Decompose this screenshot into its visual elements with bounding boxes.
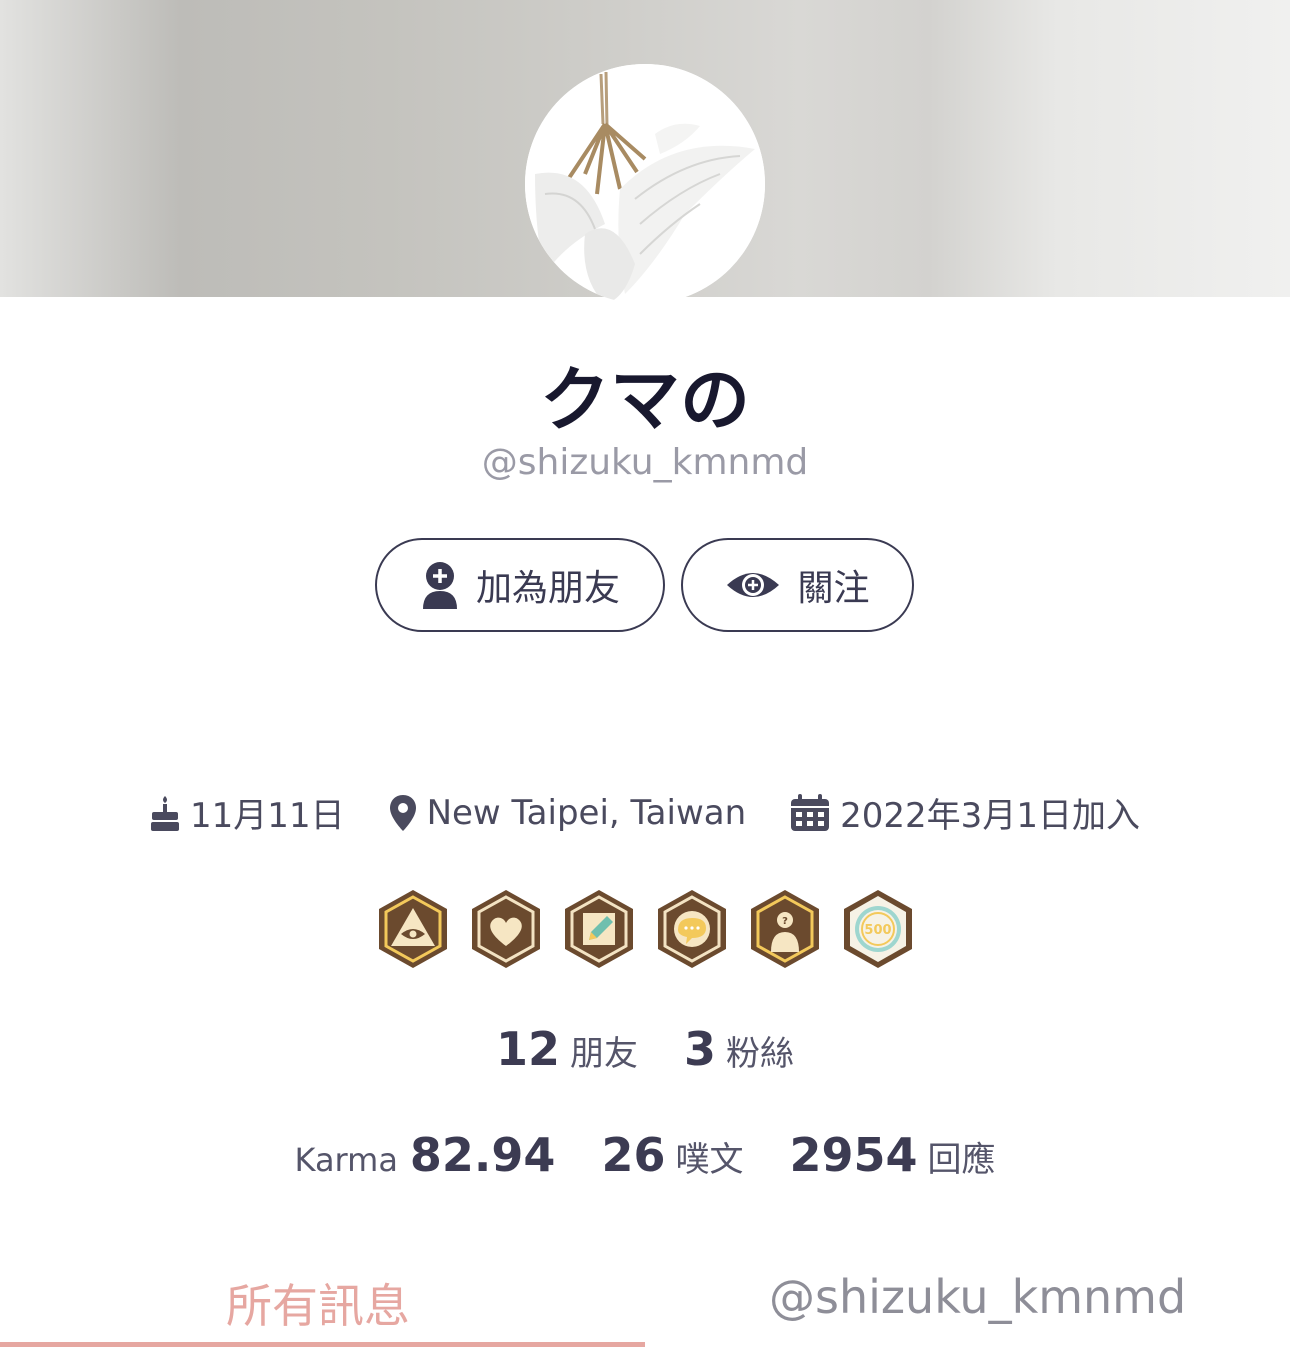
eye-triangle-badge[interactable] (377, 888, 449, 970)
avatar[interactable] (525, 64, 765, 304)
tab-user-posts-label: @shizuku_kmnmd (769, 1270, 1187, 1324)
500-badge-text: 500 (864, 923, 891, 938)
tab-all-messages-label: 所有訊息 (226, 1279, 410, 1333)
posts-label: 噗文 (675, 1140, 744, 1180)
location-item: New Taipei, Taiwan (389, 792, 747, 833)
friends-stat[interactable]: 12 朋友 (496, 1022, 638, 1076)
friends-label: 朋友 (570, 1034, 638, 1074)
birthday-text: 11月11日 (190, 796, 345, 836)
profile-tabs: 所有訊息 @shizuku_kmnmd (0, 1262, 1290, 1347)
calendar-icon (791, 793, 830, 831)
user-handle: @shizuku_kmnmd (481, 442, 809, 483)
follow-label: 關注 (797, 568, 870, 609)
anonymous-badge[interactable]: ? (749, 888, 821, 970)
activity-stats: Karma 82.94 26 噗文 2954 回應 (0, 1128, 1290, 1182)
pencil-badge[interactable] (563, 888, 635, 970)
posts-stat: 26 噗文 (601, 1128, 743, 1182)
add-user-icon (422, 562, 457, 609)
karma-label: Karma (294, 1141, 398, 1179)
eye-plus-icon (727, 573, 780, 597)
joined-text: 2022年3月1日加入 (840, 796, 1140, 836)
karma-value: 82.94 (409, 1128, 556, 1182)
add-friend-button[interactable]: 加為朋友 (375, 538, 665, 632)
fans-stat[interactable]: 3 粉絲 (684, 1022, 794, 1076)
karma-stat: Karma 82.94 (295, 1128, 556, 1182)
tab-user-posts[interactable]: @shizuku_kmnmd (645, 1262, 1290, 1347)
friends-count: 12 (495, 1022, 560, 1076)
replies-stat: 2954 回應 (789, 1128, 995, 1182)
replies-count: 2954 (789, 1128, 918, 1182)
active-tab-indicator (0, 1342, 645, 1347)
posts-count: 26 (601, 1128, 666, 1182)
svg-text:?: ? (782, 916, 788, 927)
profile-meta: 11月11日 New Taipei, Taiwan 2022年3月1日加入 (0, 788, 1290, 837)
follow-button[interactable]: 關注 (681, 538, 914, 632)
joined-item: 2022年3月1日加入 (790, 788, 1140, 837)
chat-badge[interactable] (656, 888, 728, 970)
avatar-image (525, 64, 765, 304)
heart-badge[interactable] (470, 888, 542, 970)
location-pin-icon (389, 794, 416, 831)
add-friend-label: 加為朋友 (475, 568, 620, 609)
social-stats: 12 朋友 3 粉絲 (0, 1022, 1290, 1076)
cake-icon (151, 795, 180, 831)
badge-row: ? 500 (0, 888, 1290, 970)
replies-label: 回應 (927, 1140, 996, 1180)
location-text: New Taipei, Taiwan (426, 792, 747, 833)
birthday-item: 11月11日 (150, 788, 345, 837)
tab-all-messages[interactable]: 所有訊息 (0, 1262, 645, 1347)
fans-label: 粉絲 (726, 1034, 795, 1074)
fans-count: 3 (684, 1022, 717, 1076)
display-name: クマの (540, 359, 750, 441)
500-badge[interactable]: 500 (842, 888, 914, 970)
